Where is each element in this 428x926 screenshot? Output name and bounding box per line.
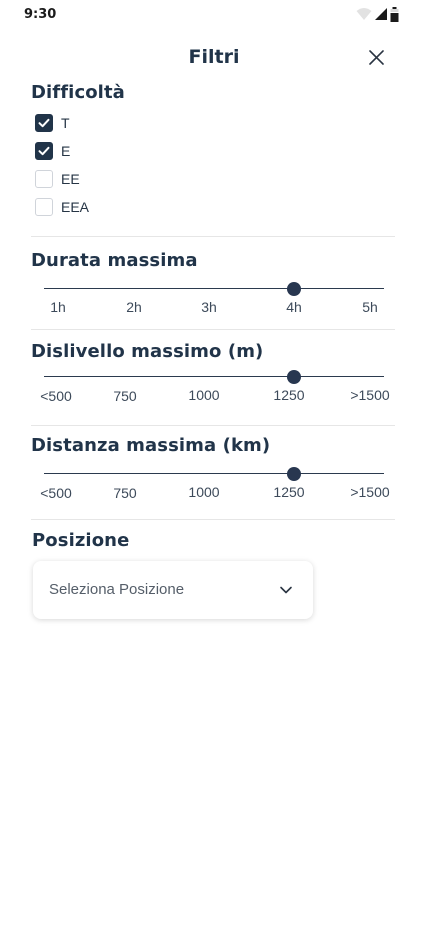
checkbox-checked[interactable]	[35, 142, 53, 160]
distance-ticks: <500 750 1000 1250 >1500	[0, 484, 428, 502]
elevation-title: Dislivello massimo (m)	[31, 341, 264, 362]
slider-track	[44, 376, 384, 377]
check-icon	[38, 118, 50, 128]
difficulty-option-eea[interactable]: EEA	[35, 197, 89, 217]
slider-track	[44, 288, 384, 289]
tick-label: >1500	[350, 387, 390, 403]
difficulty-option-label: EEA	[61, 199, 90, 215]
position-select-placeholder: Seleziona Posizione	[49, 581, 185, 598]
difficulty-option-e[interactable]: E	[35, 141, 70, 161]
slider-thumb[interactable]	[287, 467, 301, 481]
divider	[31, 236, 395, 237]
checkbox-checked[interactable]	[35, 114, 53, 132]
position-select[interactable]: Seleziona Posizione	[33, 561, 313, 619]
check-icon	[38, 146, 50, 156]
difficulty-option-t[interactable]: T	[35, 113, 70, 133]
tick-label: 2h	[126, 299, 142, 315]
tick-label: 5h	[362, 299, 378, 315]
slider-thumb[interactable]	[287, 282, 301, 296]
close-button[interactable]	[364, 46, 388, 70]
slider-track	[44, 473, 384, 474]
distance-slider[interactable]	[44, 466, 384, 482]
tick-label: 750	[113, 388, 137, 404]
tick-label: 1h	[50, 299, 66, 315]
difficulty-option-ee[interactable]: EE	[35, 169, 80, 189]
difficulty-option-label: T	[61, 115, 70, 131]
battery-icon	[390, 7, 399, 22]
tick-label: 750	[113, 485, 137, 501]
status-time: 9:30	[24, 7, 57, 22]
status-icons	[356, 7, 406, 23]
tick-label: 4h	[286, 299, 302, 315]
elevation-ticks: <500 750 1000 1250 >1500	[0, 387, 428, 405]
tick-label: <500	[40, 388, 72, 404]
duration-ticks: 1h 2h 3h 4h 5h	[0, 299, 428, 317]
tick-label: 1000	[188, 484, 220, 500]
duration-title: Durata massima	[31, 250, 198, 271]
tick-label: >1500	[350, 484, 390, 500]
tick-label: 3h	[201, 299, 217, 315]
difficulty-title: Difficoltà	[31, 82, 125, 103]
divider	[31, 425, 395, 426]
status-bar: 9:30	[0, 0, 428, 30]
divider	[31, 519, 395, 520]
tick-label: 1250	[273, 387, 305, 403]
duration-slider[interactable]	[44, 281, 384, 297]
distance-title: Distanza massima (km)	[31, 435, 271, 456]
signal-icon	[375, 8, 387, 20]
position-title: Posizione	[32, 530, 130, 551]
elevation-slider[interactable]	[44, 369, 384, 385]
tick-label: 1000	[188, 387, 220, 403]
tick-label: <500	[40, 485, 72, 501]
close-icon	[369, 50, 384, 65]
difficulty-option-label: EE	[61, 171, 80, 187]
checkbox-unchecked[interactable]	[35, 198, 53, 216]
difficulty-option-label: E	[61, 143, 71, 159]
checkbox-unchecked[interactable]	[35, 170, 53, 188]
slider-thumb[interactable]	[287, 370, 301, 384]
chevron-down-icon	[280, 586, 292, 594]
wifi-icon	[356, 8, 372, 20]
tick-label: 1250	[273, 484, 305, 500]
divider	[31, 329, 395, 330]
